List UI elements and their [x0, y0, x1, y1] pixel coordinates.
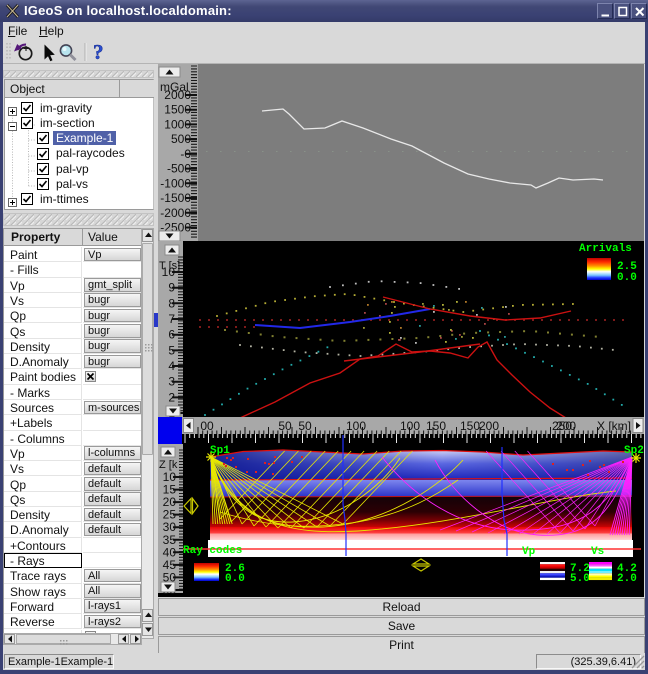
svg-text:Sp1: Sp1 — [210, 445, 230, 457]
svg-text:Z [k: Z [k — [159, 459, 178, 471]
svg-text:200: 200 — [556, 419, 576, 433]
svg-text:T [s]: T [s] — [159, 260, 180, 272]
svg-text:-2000: -2000 — [160, 206, 191, 220]
svg-text:0.0: 0.0 — [617, 272, 637, 284]
svg-text:0.0: 0.0 — [225, 573, 245, 585]
svg-text:mGal: mGal — [160, 80, 189, 94]
svg-text:150: 150 — [426, 419, 446, 433]
svg-text:100: 100 — [346, 419, 366, 433]
svg-text:8: 8 — [168, 296, 175, 310]
svg-text:Vs: Vs — [591, 546, 604, 558]
svg-text:Ray codes: Ray codes — [183, 545, 242, 557]
svg-text:50: 50 — [298, 419, 312, 433]
svg-text:2: 2 — [168, 390, 175, 404]
svg-text:1000: 1000 — [164, 117, 191, 131]
svg-text:1500: 1500 — [164, 103, 191, 117]
svg-text:9: 9 — [168, 281, 175, 295]
svg-text:5.0: 5.0 — [570, 573, 590, 585]
svg-text:4: 4 — [168, 359, 175, 373]
svg-text:50: 50 — [278, 419, 292, 433]
svg-text:3: 3 — [168, 375, 175, 389]
svg-text:-0: -0 — [180, 147, 191, 161]
svg-text:Sp2: Sp2 — [624, 445, 644, 457]
svg-text:Arrivals: Arrivals — [579, 243, 632, 255]
svg-text:5: 5 — [168, 343, 175, 357]
svg-text:-500: -500 — [167, 162, 191, 176]
svg-text:100: 100 — [400, 419, 420, 433]
svg-text:6: 6 — [168, 328, 175, 342]
svg-text:-1500: -1500 — [160, 191, 191, 205]
svg-text:?: ? — [93, 40, 104, 64]
svg-text:2.0: 2.0 — [617, 573, 637, 585]
svg-text:Vp: Vp — [522, 546, 536, 558]
svg-text:-1000: -1000 — [160, 176, 191, 190]
svg-text:7: 7 — [168, 312, 175, 326]
svg-text:500: 500 — [171, 132, 191, 146]
